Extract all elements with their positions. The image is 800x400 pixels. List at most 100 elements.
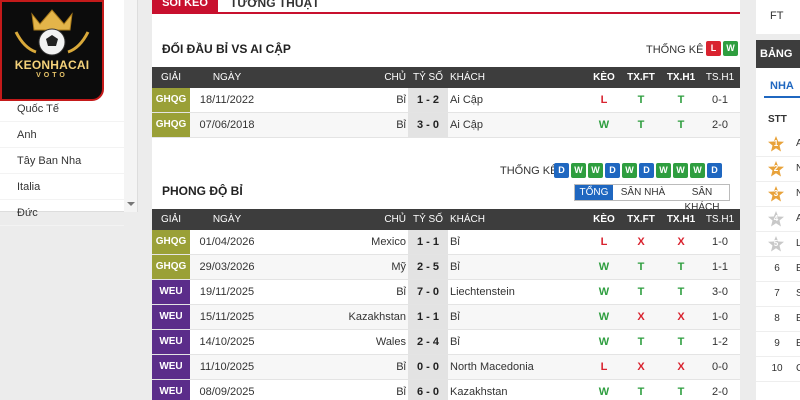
match-row[interactable]: GHQG 29/03/2026 Mỹ 2 - 5 Bỉ W T T 1-1 [152,255,740,280]
sidebar-item-italia[interactable]: Italia [0,174,124,200]
standings-row[interactable]: 1A [756,132,800,157]
sidebar-item-anh[interactable]: Anh [0,122,124,148]
team-name[interactable]: E [796,307,800,331]
header-chu: CHỦ [384,72,406,83]
cell-keo: L [600,361,608,373]
match-row[interactable]: WEU 15/11/2025 Kazakhstan 1 - 1 Bỉ W X X 1-0 [152,305,740,330]
team-name[interactable]: A [796,132,800,156]
standings-tab-nha[interactable]: NHA [770,80,794,92]
team-name[interactable]: S [796,282,800,306]
standings-row[interactable]: 6E [756,257,800,282]
cell-khach: North Macedonia [450,361,534,373]
h2h-badge[interactable]: W [723,41,738,56]
cell-tsh1: 1-2 [712,336,728,348]
form-badge[interactable]: W [690,163,705,178]
filter-tong-button[interactable]: TỔNG [575,185,613,200]
header-tyso: TỶ SỐ [412,72,443,83]
h2h-title: ĐỐI ĐẦU BỈ VS AI CẬP [162,42,291,56]
sidebar-scrollbar[interactable] [124,0,137,212]
header-txft: TX.FT [627,214,655,225]
cell-txh1: T [677,336,685,348]
tab-soi-keo[interactable]: SOI KÈO [152,0,218,12]
team-name[interactable]: N [796,157,800,181]
team-name[interactable]: A [796,207,800,231]
rank-number: 5 [773,239,779,248]
cell-khach: Kazakhstan [450,386,508,398]
standings-row[interactable]: 5L [756,232,800,257]
form-table-header: GIẢI NGÀY CHỦ TỶ SỐ KHÁCH KÈO TX.FT TX.H1 TS.H1 [152,209,740,230]
team-name[interactable]: E [796,332,800,356]
cell-keo: W [598,286,610,298]
cell-txft: T [637,286,645,298]
form-badge[interactable]: W [588,163,603,178]
sidebar-item-tay-ban-nha[interactable]: Tây Ban Nha [0,148,124,174]
standings-stt-header: STT [768,114,787,125]
scroll-down-arrow-icon[interactable] [127,202,135,206]
form-badge[interactable]: D [639,163,654,178]
header-tsh1: TS.H1 [705,214,735,225]
filter-san-nha-button[interactable]: SÂN NHÀ [613,185,673,200]
cell-ngay: 19/11/2025 [199,286,255,298]
team-name[interactable]: L [796,232,800,256]
form-badge[interactable]: W [673,163,688,178]
cell-tsh1: 1-1 [712,261,728,273]
team-name[interactable]: N [796,182,800,206]
match-row[interactable]: GHQG 18/11/2022 Bỉ 1 - 2 Ai Cập L T T 0-1 [152,88,740,113]
match-row[interactable]: GHQG 01/04/2026 Mexico 1 - 1 Bỉ L X X 1-0 [152,230,740,255]
header-keo: KÈO [593,214,615,225]
match-row[interactable]: WEU 11/10/2025 Bỉ 0 - 0 North Macedonia L X X 0-… [152,355,740,380]
cell-tyso: 1 - 1 [408,230,448,254]
match-row[interactable]: WEU 19/11/2025 Bỉ 7 - 0 Liechtenstein W T T 3-0 [152,280,740,305]
form-badge[interactable]: W [571,163,586,178]
standings-row[interactable]: 8E [756,307,800,332]
cell-giai: GHQG [152,88,190,112]
h2h-badge[interactable]: L [706,41,721,56]
cell-ngay: 08/09/2025 [199,386,255,398]
standings-row[interactable]: 3N [756,182,800,207]
match-row[interactable]: WEU 08/09/2025 Bỉ 6 - 0 Kazakhstan W T T 2-0 [152,380,740,400]
standings-row[interactable]: 7S [756,282,800,307]
match-row[interactable]: GHQG 07/06/2018 Bỉ 3 - 0 Ai Cập W T T 2-0 [152,113,740,138]
tab-tuong-thuat[interactable]: TƯỜNG THUẬT [230,0,320,12]
right-top-box: FT [756,0,800,34]
cell-txh1: T [677,119,685,131]
form-badge[interactable]: D [554,163,569,178]
cell-txh1: T [677,386,685,398]
cell-giai: WEU [152,280,190,304]
filter-san-khach-button[interactable]: SÂN KHÁCH [673,185,731,213]
sidebar-item-duc[interactable]: Đức [0,200,124,226]
cell-txft: X [637,361,645,373]
header-tyso: TỶ SỐ [412,214,443,225]
standings-row[interactable]: 10 C [756,357,800,382]
cell-txft: T [637,119,645,131]
rank-star-icon: 5 [767,235,785,253]
league-list: Quốc Tế Anh Tây Ban Nha Italia Đức [0,96,124,226]
cell-giai: GHQG [152,230,190,254]
form-stats-label: THỐNG KÊ [500,165,558,177]
header-giai: GIẢI [160,72,181,83]
cell-tsh1: 0-0 [712,361,728,373]
cell-khach: Liechtenstein [450,286,515,298]
form-badge[interactable]: D [707,163,722,178]
logo-wordmark: KEONHACAI [14,58,90,72]
team-name[interactable]: E [796,257,800,281]
form-badge[interactable]: W [656,163,671,178]
standings-row[interactable]: 9E [756,332,800,357]
cell-chu: Kazakhstan [348,311,406,323]
cell-tyso: 1 - 2 [408,88,448,112]
site-logo[interactable]: KEONHACAI VOTO [0,0,104,101]
match-row[interactable]: WEU 14/10/2025 Wales 2 - 4 Bỉ W T T 1-2 [152,330,740,355]
form-badge[interactable]: W [622,163,637,178]
header-khach: KHÁCH [450,214,486,225]
h2h-stats-label: THỐNG KÊ [646,44,704,56]
rank-number: 3 [773,189,779,198]
cell-keo: W [598,261,610,273]
cell-ngay: 11/10/2025 [199,361,255,373]
cell-giai: WEU [152,305,190,329]
standings-row[interactable]: 4A [756,207,800,232]
cell-ngay: 07/06/2018 [199,119,255,131]
header-khach: KHÁCH [450,72,486,83]
form-badge[interactable]: D [605,163,620,178]
standings-row[interactable]: 2N [756,157,800,182]
team-name[interactable]: C [796,357,800,381]
